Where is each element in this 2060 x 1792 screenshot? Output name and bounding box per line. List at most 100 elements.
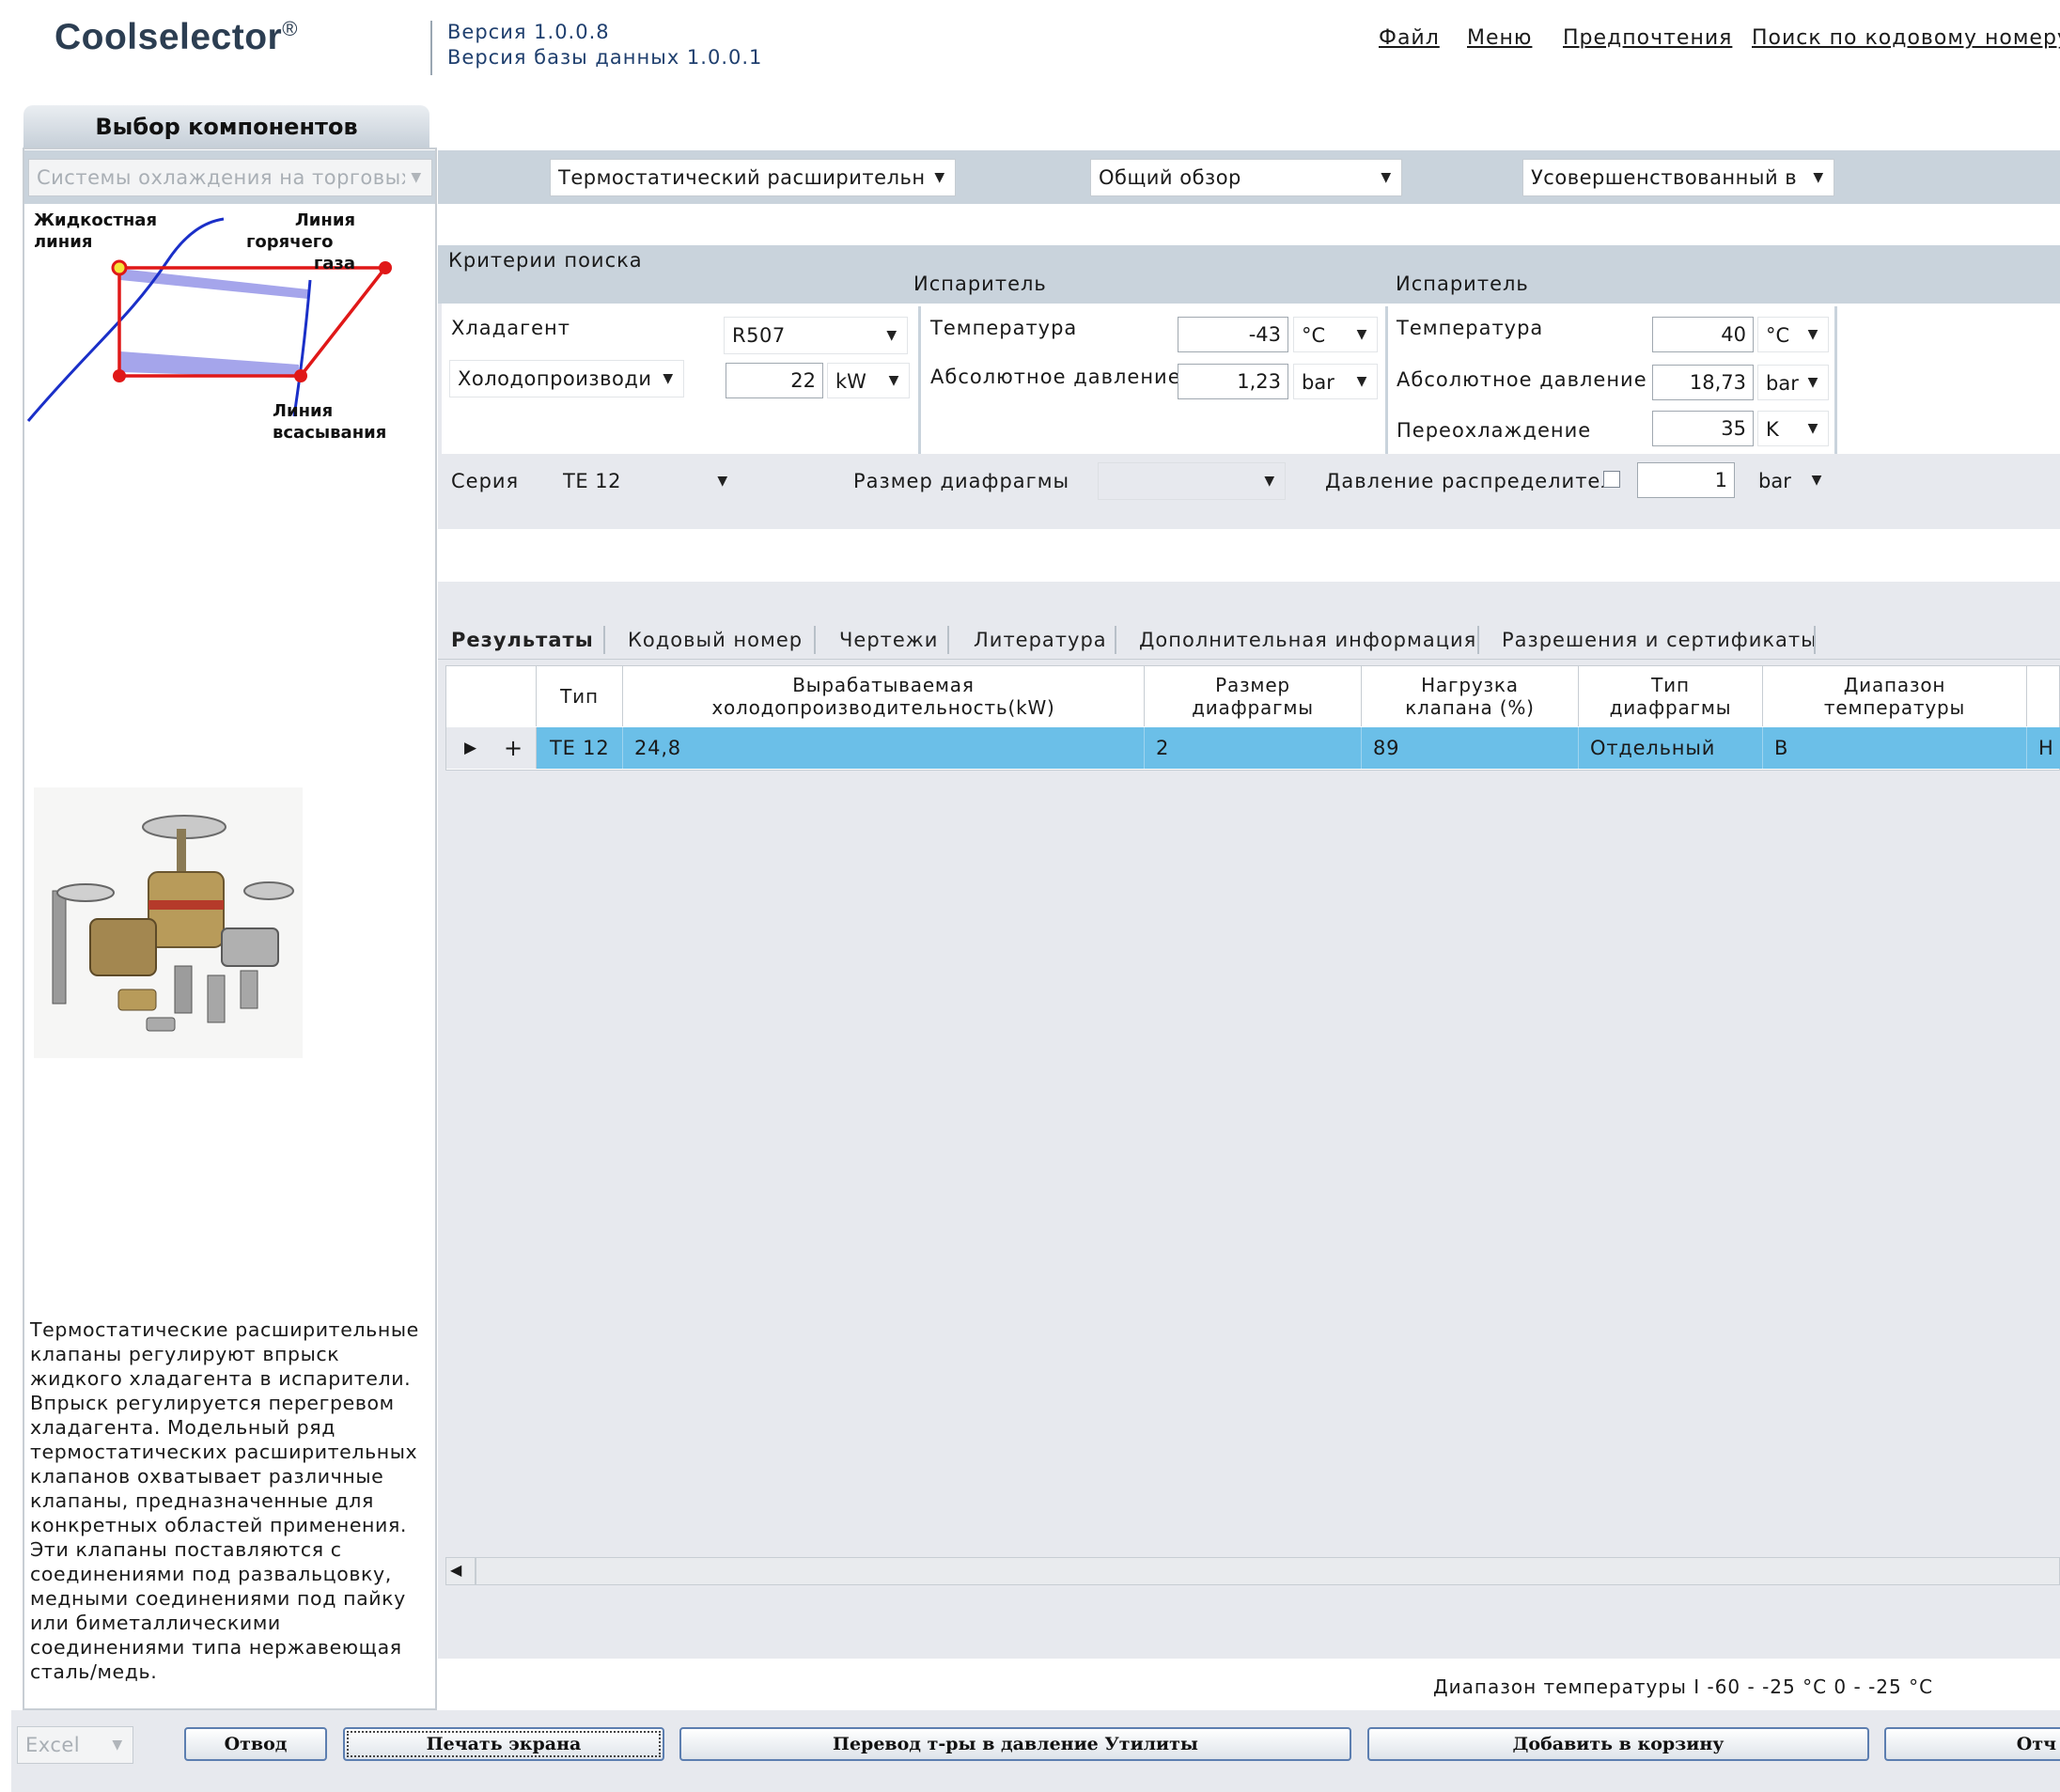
export-format-value: Excel [25,1734,81,1756]
chevron-down-icon: ▼ [886,328,897,343]
status-text: Диапазон температуры I -60 - -25 °C 0 - … [1433,1675,1934,1698]
criteria-title: Критерии поиска [448,249,643,272]
application-combo-value: Системы охлаждения на торговых [37,166,405,189]
tab-code-number[interactable]: Кодовый номер [628,623,803,657]
cond-temperature-label: Температура [1397,317,1544,339]
cond-temperature-unit-combo[interactable]: °C ▼ [1757,317,1829,352]
cell-temperature-range: B [1763,727,2027,769]
capacity-unit-combo[interactable]: kW ▼ [827,363,910,398]
refrigerant-combo[interactable]: R507 ▼ [724,317,908,354]
evap-pressure-unit-combo[interactable]: bar ▼ [1293,364,1378,399]
subcooling-input[interactable]: 35 [1652,411,1754,446]
column-header-orifice-size[interactable]: Размер диафрагмы [1145,666,1362,726]
distributor-pressure-input[interactable]: 1 [1637,462,1735,498]
cond-pressure-unit-combo[interactable]: bar ▼ [1757,365,1829,400]
cell-valve-load: 89 [1362,727,1579,769]
export-format-combo[interactable]: Excel ▼ [17,1726,133,1764]
mode-combo[interactable]: Усовершенствованный в ▼ [1522,159,1834,196]
evap-temperature-input[interactable]: -43 [1178,317,1288,352]
evap-temperature-unit-combo[interactable]: °C ▼ [1293,317,1378,352]
add-to-cart-button[interactable]: Добавить в корзину [1367,1727,1869,1761]
cell-orifice-size: 2 [1145,727,1362,769]
app-version: Версия 1.0.0.8 [447,21,610,43]
cycle-point-suction [294,369,307,382]
tab-additional-info[interactable]: Дополнительная информация [1139,623,1476,657]
column-header-capacity[interactable]: Вырабатываемая холодопроизводительность(… [623,666,1145,726]
spacer-strip [438,204,2060,245]
cond-temperature-input[interactable]: 40 [1652,317,1754,352]
column-header-next[interactable] [2027,666,2060,726]
orifice-size-label: Размер диафрагмы [853,470,1070,492]
column-header-type[interactable]: Тип [537,666,623,726]
evaporator-band [120,351,299,378]
cell-orifice-type: Отдельный [1579,727,1763,769]
tab-results[interactable]: Результаты [451,623,594,657]
menu-link-menu[interactable]: Меню [1467,26,1532,50]
vapor-saturation-curve [292,279,312,417]
branch-button[interactable]: Отвод [184,1727,327,1761]
chevron-down-icon: ▼ [934,170,945,185]
row-controls-cell [446,727,537,769]
tab-literature[interactable]: Литература [974,623,1107,657]
view-combo[interactable]: Общий обзор ▼ [1090,159,1402,196]
cond-pressure-input[interactable]: 18,73 [1652,365,1754,400]
evap-temperature-label: Температура [930,317,1078,339]
evap-temperature-unit-value: °C [1302,324,1326,347]
capacity-unit-value: kW [835,370,866,393]
chevron-down-icon: ▼ [1807,421,1818,436]
evaporator-header-2: Испаритель [1396,273,1529,295]
menu-link-code-search[interactable]: Поиск по кодовому номеру [1752,26,2060,50]
component-type-value: Термостатический расширительны [558,166,925,189]
tab-divider [947,626,949,654]
chevron-down-icon: ▼ [1381,170,1392,185]
tab-divider [603,626,605,654]
distributor-pressure-label: Давление распределител [1325,470,1615,492]
column-header-orifice-type[interactable]: Тип диафрагмы [1579,666,1763,726]
cycle-point-hot-gas [379,261,392,274]
distributor-pressure-unit-combo[interactable]: bar ▼ [1750,462,1833,498]
evap-pressure-input[interactable]: 1,23 [1178,364,1288,399]
chevron-down-icon: ▼ [1356,374,1367,389]
subcooling-label: Переохлаждение [1397,419,1592,442]
tab-divider [1477,626,1479,654]
mode-combo-value: Усовершенствованный в [1531,166,1798,189]
scroll-divider [475,1558,476,1584]
suction-line-label: Линия всасывания [273,401,387,443]
menu-link-preferences[interactable]: Предпочтения [1563,26,1732,50]
column-header-temperature-range[interactable]: Диапазон температуры [1763,666,2027,726]
product-image [34,787,303,1058]
chevron-down-icon: ▼ [888,373,899,388]
menu-link-file[interactable]: Файл [1379,26,1440,50]
series-combo[interactable]: TE 12 ▼ [554,462,739,500]
capacity-input[interactable]: 22 [726,363,823,398]
chevron-down-icon: ▼ [112,1737,123,1753]
orifice-size-combo[interactable]: ▼ [1098,462,1286,500]
application-combo[interactable]: Системы охлаждения на торговых ▼ [28,159,432,196]
temp-pressure-utility-button[interactable]: Перевод т-ры в давление Утилиты [679,1727,1351,1761]
tab-drawings[interactable]: Чертежи [839,623,938,657]
cell-type: TE 12 [537,727,623,769]
component-selection-tab[interactable]: Выбор компонентов [23,105,429,148]
print-screen-button[interactable]: Печать экрана [343,1727,664,1761]
view-combo-value: Общий обзор [1099,166,1241,189]
chevron-down-icon: ▼ [1807,375,1818,390]
series-value: TE 12 [563,470,621,492]
chevron-down-icon: ▼ [1807,327,1818,342]
cond-pressure-label: Абсолютное давление [1397,368,1647,391]
cell-capacity: 24,8 [623,727,1145,769]
horizontal-scrollbar[interactable]: ◀ [445,1557,2060,1585]
subcooling-unit-combo[interactable]: K ▼ [1757,411,1829,446]
report-button[interactable]: Отч [1884,1727,2060,1761]
distributor-pressure-checkbox[interactable] [1603,471,1620,488]
component-type-combo[interactable]: Термостатический расширительны ▼ [550,159,956,196]
cycle-point-liquid [111,259,128,276]
expand-row-icon[interactable]: ▶ [464,727,476,769]
capacity-type-combo[interactable]: Холодопроизводи ▼ [449,360,684,397]
add-row-icon[interactable]: + [504,727,523,769]
column-divider [1834,306,1837,454]
header-divider [430,21,432,75]
cond-temperature-unit-value: °C [1766,324,1790,347]
tab-approvals[interactable]: Разрешения и сертификаты [1502,623,1818,657]
scroll-left-icon[interactable]: ◀ [450,1561,461,1579]
column-header-valve-load[interactable]: Нагрузка клапана (%) [1362,666,1579,726]
